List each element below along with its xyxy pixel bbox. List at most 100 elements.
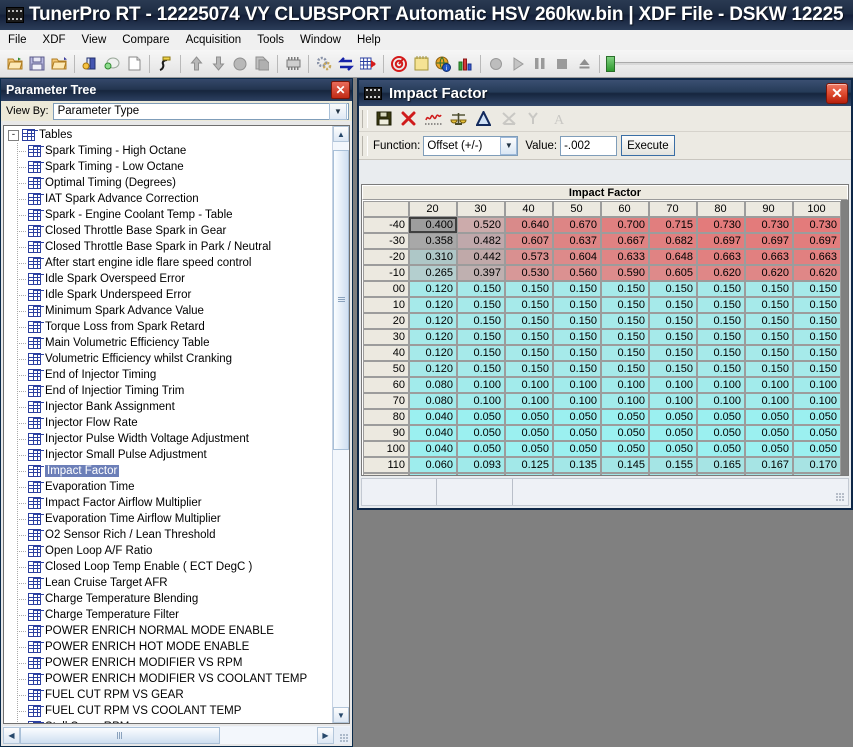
- font-icon[interactable]: A: [546, 108, 571, 130]
- grid-cell[interactable]: 0.100: [456, 376, 505, 393]
- grid-cell[interactable]: 0.050: [792, 424, 841, 441]
- menu-item-window[interactable]: Window: [292, 32, 349, 48]
- grid-cell[interactable]: 0.170: [792, 456, 841, 473]
- grid-row-header[interactable]: 120: [362, 472, 409, 475]
- target-record-icon[interactable]: [388, 53, 410, 75]
- eject-icon[interactable]: [573, 53, 595, 75]
- tree-item[interactable]: Idle Spark Underspeed Error: [4, 287, 332, 303]
- menu-item-tools[interactable]: Tools: [249, 32, 292, 48]
- grid-cell[interactable]: 0.620: [696, 264, 745, 281]
- scroll-up-icon[interactable]: ▲: [333, 126, 349, 142]
- grid-cell[interactable]: 0.150: [696, 296, 745, 313]
- tree-item[interactable]: FUEL CUT RPM VS COOLANT TEMP: [4, 703, 332, 719]
- grid-col-header[interactable]: 50: [552, 200, 601, 217]
- bin-open-icon[interactable]: [79, 53, 101, 75]
- grid-cell[interactable]: 0.663: [792, 248, 841, 265]
- grid-cell[interactable]: 0.050: [648, 408, 697, 425]
- collapse-icon[interactable]: -: [8, 129, 19, 141]
- grid-cell[interactable]: 0.135: [552, 456, 601, 473]
- grid-cell[interactable]: 0.667: [600, 232, 649, 249]
- pause-icon[interactable]: [529, 53, 551, 75]
- chevron-down-icon[interactable]: ▼: [500, 136, 518, 155]
- grid-cell[interactable]: 0.150: [792, 472, 841, 475]
- grid-cell[interactable]: 0.150: [456, 312, 505, 329]
- grid-row-header[interactable]: 90: [362, 424, 409, 441]
- grid-cell[interactable]: 0.150: [504, 360, 553, 377]
- grid-cell[interactable]: 0.150: [600, 328, 649, 345]
- tree-item[interactable]: Volumetric Efficiency whilst Cranking: [4, 351, 332, 367]
- grid-cell[interactable]: 0.697: [696, 232, 745, 249]
- grid-cell[interactable]: 0.150: [456, 280, 505, 297]
- grid-cell[interactable]: 0.620: [792, 264, 841, 281]
- tree-item[interactable]: After start engine idle flare speed cont…: [4, 255, 332, 271]
- tree-scroll-track[interactable]: [333, 142, 349, 707]
- grid-cell[interactable]: 0.150: [696, 280, 745, 297]
- grid-cell[interactable]: 0.310: [408, 248, 457, 265]
- grid-cell[interactable]: 0.715: [648, 216, 697, 233]
- grid-cell[interactable]: 0.145: [600, 456, 649, 473]
- grid-cell[interactable]: 0.050: [456, 424, 505, 441]
- grid-row-header[interactable]: 70: [362, 392, 409, 409]
- slider-track[interactable]: [615, 62, 853, 65]
- scroll-down-icon[interactable]: ▼: [333, 707, 349, 723]
- grid-cell[interactable]: 0.120: [408, 360, 457, 377]
- grid-cell[interactable]: 0.100: [504, 376, 553, 393]
- grid-cell[interactable]: 0.111: [552, 472, 601, 475]
- grid-cell[interactable]: 0.150: [552, 344, 601, 361]
- grid-cell[interactable]: 0.167: [744, 456, 793, 473]
- grid-cell[interactable]: 0.150: [648, 328, 697, 345]
- record-icon[interactable]: [485, 53, 507, 75]
- tree-item[interactable]: POWER ENRICH MODIFIER VS COOLANT TEMP: [4, 671, 332, 687]
- grid-cell[interactable]: 0.150: [456, 344, 505, 361]
- copy-icon[interactable]: [251, 53, 273, 75]
- grid-cell[interactable]: 0.050: [696, 440, 745, 457]
- grid-col-header[interactable]: 100: [792, 200, 841, 217]
- slider-knob[interactable]: [606, 55, 615, 72]
- grid-cell[interactable]: 0.100: [600, 376, 649, 393]
- scroll-left-icon[interactable]: ◀: [3, 726, 20, 744]
- tree-root-tables[interactable]: - Tables: [4, 127, 332, 143]
- grid-cell[interactable]: 0.080: [408, 376, 457, 393]
- grid-cell[interactable]: 0.150: [504, 280, 553, 297]
- execute-button[interactable]: Execute: [621, 135, 675, 156]
- notes-icon[interactable]: [410, 53, 432, 75]
- interpolate-icon[interactable]: [496, 108, 521, 130]
- grid-cell[interactable]: 0.648: [648, 248, 697, 265]
- tree-item[interactable]: Injector Flow Rate: [4, 415, 332, 431]
- stop-icon[interactable]: [551, 53, 573, 75]
- menu-item-compare[interactable]: Compare: [114, 32, 177, 48]
- tree-item[interactable]: POWER ENRICH HOT MODE ENABLE: [4, 639, 332, 655]
- tree-item[interactable]: Spark - Engine Coolant Temp - Table: [4, 207, 332, 223]
- grid-row-header[interactable]: 60: [362, 376, 409, 393]
- bar-chart-icon[interactable]: [454, 53, 476, 75]
- save-icon[interactable]: [26, 53, 48, 75]
- grid-cell[interactable]: 0.150: [600, 280, 649, 297]
- tree-item[interactable]: Injector Bank Assignment: [4, 399, 332, 415]
- tree-item[interactable]: Optimal Timing (Degrees): [4, 175, 332, 191]
- grid-col-header[interactable]: 30: [456, 200, 505, 217]
- grid-cell[interactable]: 0.150: [456, 328, 505, 345]
- grid-cell[interactable]: 0.150: [552, 328, 601, 345]
- grid-cell[interactable]: 0.100: [792, 392, 841, 409]
- grid-cell[interactable]: 0.604: [552, 248, 601, 265]
- play-icon[interactable]: [507, 53, 529, 75]
- tree-item[interactable]: Evaporation Time Airflow Multiplier: [4, 511, 332, 527]
- tree-item[interactable]: Idle Spark Overspeed Error: [4, 271, 332, 287]
- tree-item[interactable]: POWER ENRICH MODIFIER VS RPM: [4, 655, 332, 671]
- grid-cell[interactable]: 0.150: [552, 280, 601, 297]
- tree-item[interactable]: Charge Temperature Blending: [4, 591, 332, 607]
- tree-item[interactable]: POWER ENRICH NORMAL MODE ENABLE: [4, 623, 332, 639]
- grid-cell[interactable]: 0.150: [792, 360, 841, 377]
- grid-cell[interactable]: 0.040: [408, 408, 457, 425]
- grid-cell[interactable]: 0.100: [600, 392, 649, 409]
- tree-item[interactable]: Injector Pulse Width Voltage Adjustment: [4, 431, 332, 447]
- grid-cell[interactable]: 0.050: [600, 408, 649, 425]
- grid-cell[interactable]: 0.125: [504, 456, 553, 473]
- tree-vertical-scrollbar[interactable]: ▲ ▼: [332, 126, 349, 723]
- bin-close-icon[interactable]: [101, 53, 123, 75]
- grid-cell[interactable]: 0.100: [552, 392, 601, 409]
- grid-cell[interactable]: 0.165: [696, 456, 745, 473]
- grid-cell[interactable]: 0.103: [504, 472, 553, 475]
- grid-cell[interactable]: 0.358: [408, 232, 457, 249]
- close-table-icon[interactable]: [396, 108, 421, 130]
